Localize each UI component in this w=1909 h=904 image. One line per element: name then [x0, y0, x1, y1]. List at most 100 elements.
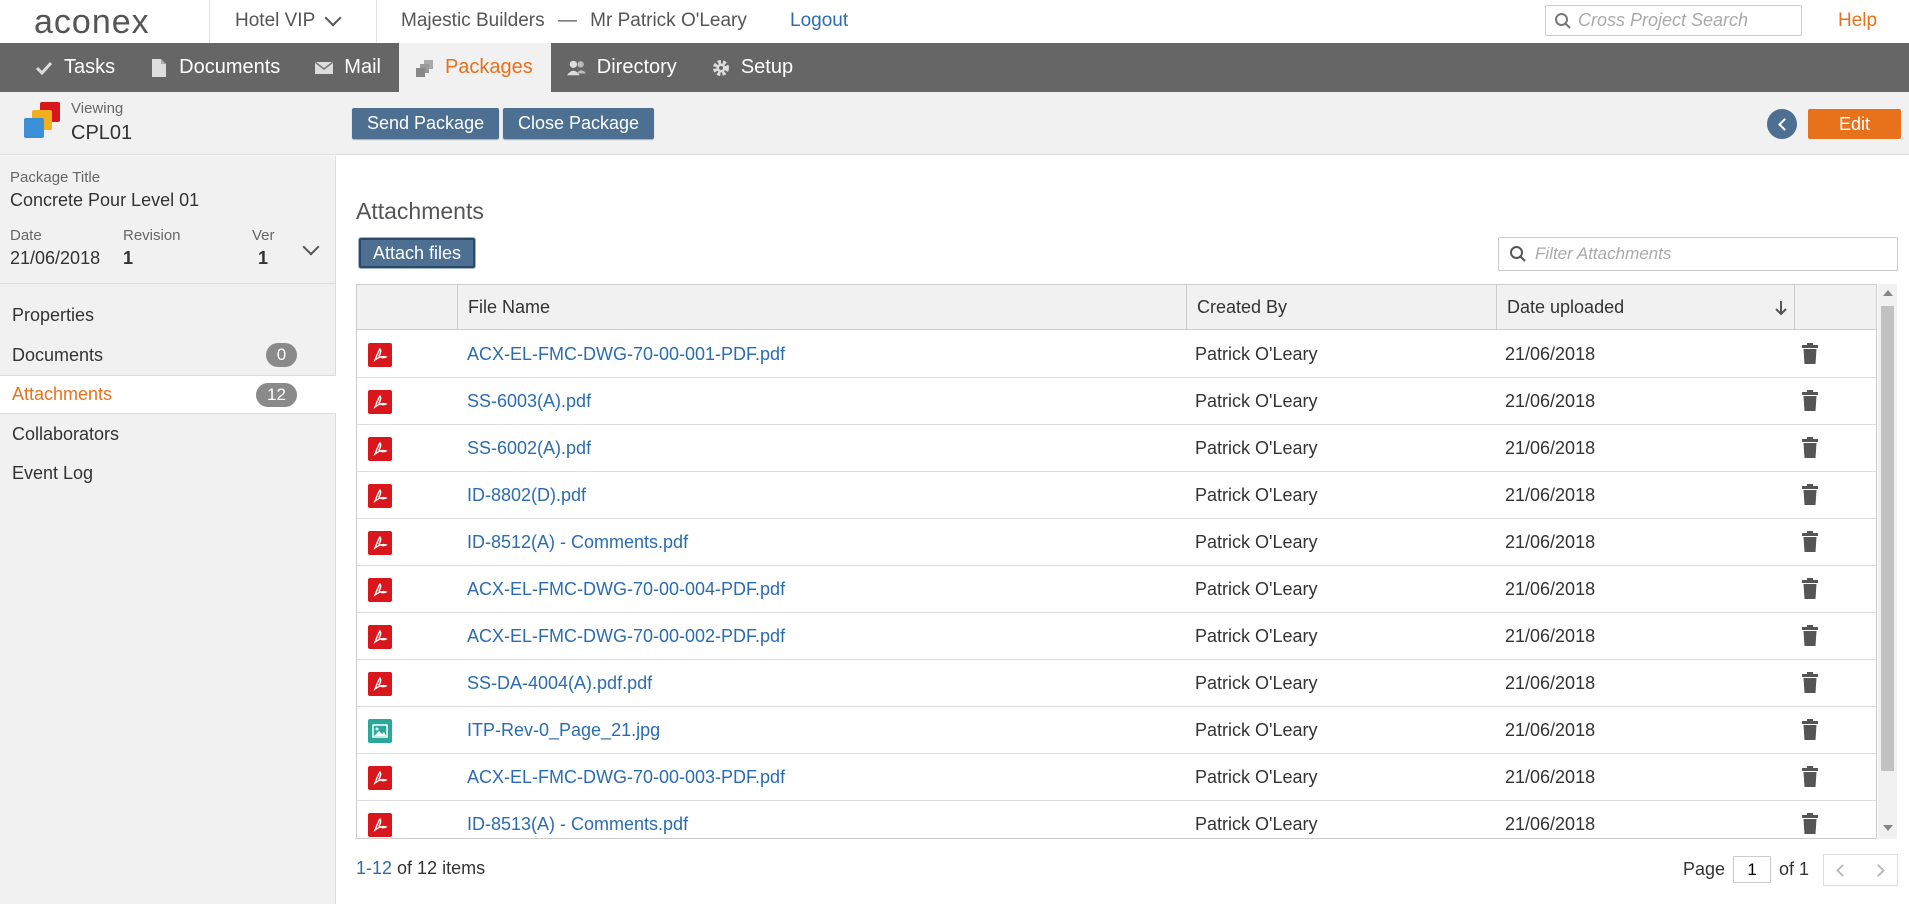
file-name-link[interactable]: SS-6002(A).pdf	[467, 425, 591, 471]
next-page-button[interactable]	[1861, 855, 1898, 885]
back-button[interactable]	[1767, 109, 1797, 139]
attachments-table: File Name Created By Date uploaded ACX-E…	[356, 284, 1877, 839]
table-row[interactable]: SS-6003(A).pdf Patrick O'Leary 21/06/2018	[357, 378, 1876, 425]
scroll-down-icon[interactable]	[1883, 825, 1893, 831]
table-row[interactable]: ACX-EL-FMC-DWG-70-00-002-PDF.pdf Patrick …	[357, 613, 1876, 660]
trash-icon[interactable]	[1801, 437, 1819, 459]
scroll-up-icon[interactable]	[1883, 290, 1893, 296]
date-uploaded: 21/06/2018	[1505, 578, 1596, 599]
top-bar: aconex Hotel VIP Majestic Builders — Mr …	[0, 0, 1909, 43]
chevron-left-icon	[1777, 117, 1791, 131]
trash-icon[interactable]	[1801, 390, 1819, 412]
package-number: CPL01	[71, 122, 133, 144]
sidebar-item-label: Properties	[12, 305, 95, 325]
filter-attachments-input[interactable]	[1535, 244, 1875, 264]
table-scrollbar[interactable]	[1878, 284, 1897, 839]
page-number-input[interactable]	[1733, 856, 1772, 883]
edit-button[interactable]: Edit	[1808, 109, 1901, 139]
file-name-link[interactable]: SS-DA-4004(A).pdf.pdf	[467, 660, 652, 706]
table-row[interactable]: ID-8802(D).pdf Patrick O'Leary 21/06/2018	[357, 472, 1876, 519]
count-badge: 0	[266, 343, 297, 367]
send-package-button[interactable]: Send Package	[352, 108, 500, 139]
file-name-link[interactable]: ACX-EL-FMC-DWG-70-00-003-PDF.pdf	[467, 754, 785, 800]
close-package-button[interactable]: Close Package	[503, 108, 655, 139]
sidebar-item-event-log[interactable]: Event Log	[0, 454, 336, 493]
trash-icon[interactable]	[1801, 484, 1819, 506]
table-row[interactable]: ID-8513(A) - Comments.pdf Patrick O'Leary…	[357, 801, 1876, 838]
created-by: Patrick O'Leary	[1195, 719, 1318, 740]
trash-icon[interactable]	[1801, 719, 1819, 741]
file-name-link[interactable]: ID-8513(A) - Comments.pdf	[467, 801, 688, 838]
chevron-left-icon	[1835, 863, 1849, 877]
trash-icon[interactable]	[1801, 343, 1819, 365]
cross-project-search[interactable]	[1545, 5, 1802, 36]
org-name: Majestic Builders	[401, 10, 545, 31]
sidebar-item-attachments[interactable]: Attachments 12	[0, 375, 336, 414]
project-selector[interactable]: Hotel VIP	[235, 9, 342, 32]
cross-project-search-input[interactable]	[1578, 10, 1788, 31]
column-actions	[1794, 285, 1876, 330]
nav-label: Packages	[444, 56, 533, 78]
date-uploaded: 21/06/2018	[1505, 531, 1596, 552]
divider	[376, 0, 377, 43]
table-row[interactable]: ACX-EL-FMC-DWG-70-00-003-PDF.pdf Patrick …	[357, 754, 1876, 801]
nav-documents[interactable]: Documents	[133, 43, 298, 92]
aconex-logo[interactable]: aconex	[34, 3, 150, 42]
sidebar-item-label: Documents	[12, 345, 104, 365]
column-date-uploaded[interactable]: Date uploaded	[1496, 285, 1796, 330]
created-by: Patrick O'Leary	[1195, 625, 1318, 646]
trash-icon[interactable]	[1801, 672, 1819, 694]
help-link[interactable]: Help	[1838, 10, 1877, 32]
nav-label: Directory	[596, 56, 677, 78]
check-icon	[34, 58, 54, 78]
trash-icon[interactable]	[1801, 813, 1819, 835]
package-icon	[24, 102, 60, 138]
nav-setup[interactable]: Setup	[695, 43, 811, 92]
file-name-link[interactable]: SS-6003(A).pdf	[467, 378, 591, 424]
filter-attachments[interactable]	[1498, 237, 1898, 271]
table-row[interactable]: SS-6002(A).pdf Patrick O'Leary 21/06/2018	[357, 425, 1876, 472]
items-total: of 12 items	[397, 858, 486, 878]
column-file-name[interactable]: File Name	[457, 285, 1180, 330]
package-meta: Package Title Concrete Pour Level 01 Dat…	[0, 156, 336, 284]
prev-page-button[interactable]	[1824, 855, 1861, 885]
nav-directory[interactable]: Directory	[551, 43, 695, 92]
file-name-link[interactable]: ACX-EL-FMC-DWG-70-00-001-PDF.pdf	[467, 331, 785, 377]
chevron-down-icon[interactable]	[302, 238, 320, 256]
nav-packages[interactable]: Packages	[398, 43, 551, 92]
pdf-file-icon	[368, 343, 392, 367]
page-title: Attachments	[356, 198, 484, 224]
table-row[interactable]: ID-8512(A) - Comments.pdf Patrick O'Leary…	[357, 519, 1876, 566]
nav-mail[interactable]: Mail	[298, 43, 399, 92]
table-row[interactable]: ITP-Rev-0_Page_21.jpg Patrick O'Leary 21/0…	[357, 707, 1876, 754]
file-name-link[interactable]: ID-8512(A) - Comments.pdf	[467, 519, 688, 565]
column-created-by[interactable]: Created By	[1186, 285, 1496, 330]
file-name-link[interactable]: ITP-Rev-0_Page_21.jpg	[467, 707, 660, 753]
attach-files-button[interactable]: Attach files	[359, 238, 476, 268]
nav-tasks[interactable]: Tasks	[0, 43, 133, 92]
packages-icon	[415, 58, 435, 78]
file-name-link[interactable]: ACX-EL-FMC-DWG-70-00-002-PDF.pdf	[467, 613, 785, 659]
table-row[interactable]: SS-DA-4004(A).pdf.pdf Patrick O'Leary 21/0…	[357, 660, 1876, 707]
revision-value: 1	[123, 248, 134, 268]
table-row[interactable]: ACX-EL-FMC-DWG-70-00-004-PDF.pdf Patrick …	[357, 566, 1876, 613]
sort-descending-icon[interactable]	[1774, 299, 1788, 317]
trash-icon[interactable]	[1801, 766, 1819, 788]
sidebar-item-properties[interactable]: Properties	[0, 296, 336, 335]
trash-icon[interactable]	[1801, 578, 1819, 600]
file-name-link[interactable]: ID-8802(D).pdf	[467, 472, 586, 518]
chevron-right-icon	[1872, 863, 1886, 877]
pdf-file-icon	[368, 531, 392, 555]
scrollbar-thumb[interactable]	[1881, 306, 1894, 771]
people-icon	[566, 58, 587, 78]
trash-icon[interactable]	[1801, 625, 1819, 647]
created-by: Patrick O'Leary	[1195, 437, 1318, 458]
logout-link[interactable]: Logout	[790, 10, 848, 32]
table-row[interactable]: ACX-EL-FMC-DWG-70-00-001-PDF.pdf Patrick …	[357, 331, 1876, 378]
sidebar-item-collaborators[interactable]: Collaborators	[0, 415, 336, 454]
pdf-file-icon	[368, 578, 392, 602]
trash-icon[interactable]	[1801, 531, 1819, 553]
file-name-link[interactable]: ACX-EL-FMC-DWG-70-00-004-PDF.pdf	[467, 566, 785, 612]
sidebar-item-documents[interactable]: Documents 0	[0, 336, 336, 375]
divider	[209, 0, 210, 43]
